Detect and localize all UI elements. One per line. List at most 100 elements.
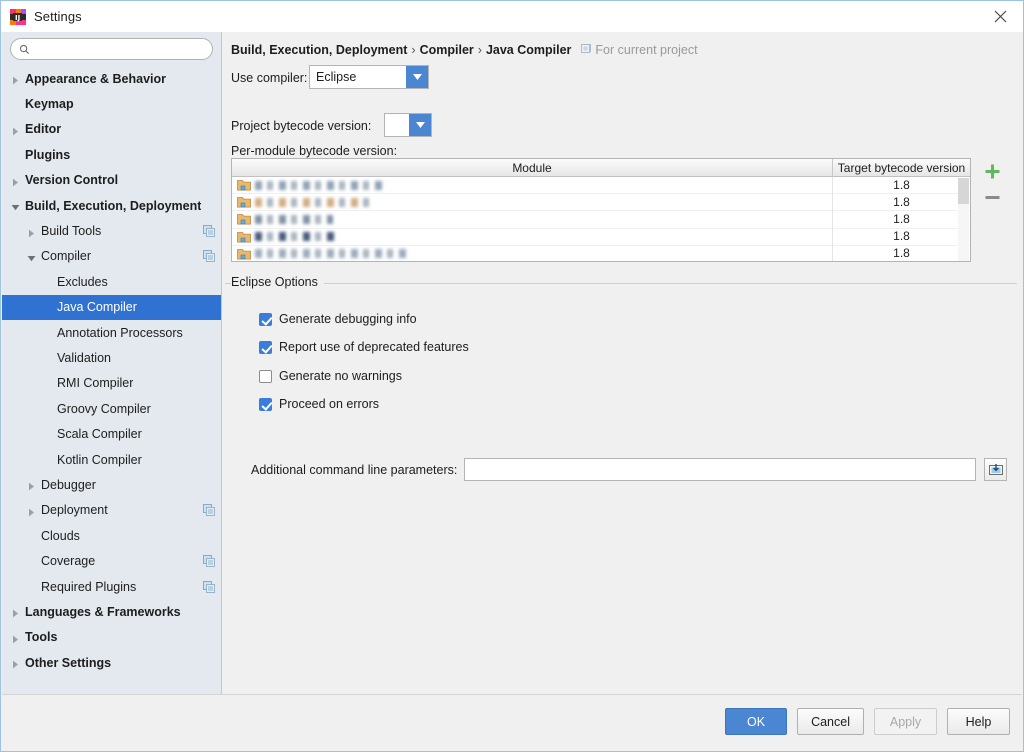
sidebar-item-label: Java Compiler (57, 300, 137, 315)
sidebar-item-annotation-processors[interactable]: Annotation Processors (2, 320, 221, 345)
help-button[interactable]: Help (947, 708, 1010, 735)
sidebar-item-clouds[interactable]: Clouds (2, 523, 221, 548)
sidebar-item-editor[interactable]: Editor (2, 117, 221, 142)
ok-button[interactable]: OK (725, 708, 788, 735)
project-bytecode-select[interactable] (384, 113, 432, 137)
sidebar-item-tools[interactable]: Tools (2, 625, 221, 650)
sidebar-item-compiler[interactable]: Compiler (2, 244, 221, 269)
sidebar-item-rmi-compiler[interactable]: RMI Compiler (2, 371, 221, 396)
sidebar-item-deployment[interactable]: Deployment (2, 498, 221, 523)
sidebar-item-label: Validation (57, 350, 111, 365)
sidebar-item-debugger[interactable]: Debugger (2, 472, 221, 497)
checkbox-generate-debugging-info[interactable]: Generate debugging info (259, 312, 417, 326)
checkbox-checked-icon[interactable] (259, 397, 272, 411)
use-compiler-select[interactable]: Eclipse (309, 65, 429, 89)
checkbox-proceed-on-errors[interactable]: Proceed on errors (259, 397, 379, 411)
table-row[interactable]: 1.8 (232, 228, 970, 246)
sidebar-item-languages-frameworks[interactable]: Languages & Frameworks (2, 599, 221, 624)
sidebar-item-build-tools[interactable]: Build Tools (2, 218, 221, 243)
chevron-down-icon[interactable] (11, 201, 20, 211)
module-name-redacted (255, 232, 338, 242)
checkbox-generate-no-warnings[interactable]: Generate no warnings (259, 369, 402, 383)
checkbox-checked-icon[interactable] (259, 312, 272, 326)
sidebar-item-version-control[interactable]: Version Control (2, 168, 221, 193)
sidebar-item-other-settings[interactable]: Other Settings (2, 650, 221, 675)
close-icon[interactable] (977, 1, 1023, 32)
chevron-right-icon[interactable] (11, 658, 20, 669)
sidebar-item-groovy-compiler[interactable]: Groovy Compiler (2, 396, 221, 421)
insert-macro-icon[interactable] (984, 458, 1007, 481)
sidebar-item-label: Languages & Frameworks (25, 604, 181, 619)
cancel-button[interactable]: Cancel (797, 708, 864, 735)
sidebar-item-label: Plugins (25, 147, 71, 162)
cell-target-bytecode[interactable]: 1.8 (833, 194, 970, 211)
cell-module[interactable] (232, 176, 833, 194)
sidebar-item-label: Appearance & Behavior (25, 71, 167, 86)
sidebar-item-excludes[interactable]: Excludes (2, 269, 221, 294)
sidebar-item-kotlin-compiler[interactable]: Kotlin Compiler (2, 447, 221, 472)
search-input[interactable] (30, 42, 212, 56)
additional-params-label: Additional command line parameters: (251, 463, 458, 477)
sidebar-item-java-compiler[interactable]: Java Compiler (2, 294, 221, 320)
footer-buttons: OK Cancel Apply Help (725, 708, 1010, 735)
dialog-footer: OK Cancel Apply Help (2, 694, 1022, 750)
cell-module[interactable] (232, 210, 833, 228)
sidebar-item-coverage[interactable]: Coverage (2, 548, 221, 573)
checkbox-label: Generate no warnings (279, 369, 402, 383)
table-row[interactable]: 1.8 (232, 193, 970, 212)
additional-params-input[interactable] (464, 458, 976, 481)
sidebar-item-required-plugins[interactable]: Required Plugins (2, 574, 221, 599)
sidebar-item-label: Build, Execution, Deployment (25, 198, 202, 213)
checkbox-label: Report use of deprecated features (279, 340, 469, 354)
cell-target-bytecode[interactable]: 1.8 (833, 211, 970, 228)
chevron-right-icon[interactable] (27, 506, 36, 517)
chevron-right-icon[interactable] (11, 74, 20, 85)
per-module-bytecode-table[interactable]: Module Target bytecode version 1.8 1.8 1.8… (231, 158, 971, 262)
sidebar-item-label: Scala Compiler (57, 427, 142, 442)
checkbox-checked-icon[interactable] (259, 340, 272, 354)
add-module-button[interactable] (975, 158, 1009, 184)
sidebar-item-keymap[interactable]: Keymap (2, 91, 221, 116)
chevron-down-icon[interactable] (27, 252, 36, 262)
chevron-right-icon[interactable] (11, 125, 20, 136)
table-row[interactable]: 1.8 (232, 210, 970, 229)
sidebar-item-label: Tools (25, 630, 58, 645)
sidebar-item-appearance-behavior[interactable]: Appearance & Behavior (2, 66, 221, 91)
chevron-down-icon[interactable] (409, 114, 431, 136)
search-icon (19, 44, 30, 54)
cell-module[interactable] (232, 193, 833, 211)
chevron-right-icon[interactable] (27, 227, 36, 237)
project-scope-icon (581, 43, 592, 57)
sidebar-item-build-execution-deployment[interactable]: Build, Execution, Deployment (2, 193, 221, 218)
cell-target-bytecode[interactable]: 1.8 (833, 177, 970, 194)
chevron-right-icon[interactable] (27, 480, 36, 491)
checkbox-report-use-of-deprecated-features[interactable]: Report use of deprecated features (259, 340, 469, 354)
table-row[interactable]: 1.8 (232, 176, 970, 195)
sidebar-item-plugins[interactable]: Plugins (2, 142, 221, 167)
cell-target-bytecode[interactable]: 1.8 (833, 228, 970, 245)
table-body: 1.8 1.8 1.8 1.8 1.8 (232, 176, 970, 261)
chevron-right-icon[interactable] (11, 176, 20, 187)
table-row[interactable]: 1.8 (232, 245, 970, 261)
scope-label: For current project (595, 43, 698, 57)
chevron-right-icon[interactable] (11, 607, 20, 618)
module-folder-icon (237, 231, 251, 243)
remove-module-button[interactable] (975, 184, 1009, 210)
sidebar-item-label: RMI Compiler (57, 376, 134, 391)
breadcrumb-item-java-compiler: Java Compiler (485, 43, 572, 57)
scrollbar-thumb[interactable] (958, 178, 969, 204)
table-scrollbar[interactable] (958, 178, 969, 261)
checkbox-label: Proceed on errors (279, 397, 380, 411)
chevron-right-icon[interactable] (11, 633, 20, 644)
cell-module[interactable] (232, 228, 833, 246)
sidebar-item-validation[interactable]: Validation (2, 345, 221, 370)
column-header-target[interactable]: Target bytecode version (833, 159, 970, 176)
chevron-down-icon[interactable] (406, 66, 428, 88)
cell-module[interactable] (232, 245, 833, 261)
column-header-module[interactable]: Module (232, 159, 833, 176)
sidebar-item-scala-compiler[interactable]: Scala Compiler (2, 421, 221, 446)
apply-button[interactable]: Apply (874, 708, 937, 735)
checkbox-unchecked-icon[interactable] (259, 369, 272, 383)
cell-target-bytecode[interactable]: 1.8 (833, 245, 970, 261)
search-box[interactable] (10, 38, 213, 60)
